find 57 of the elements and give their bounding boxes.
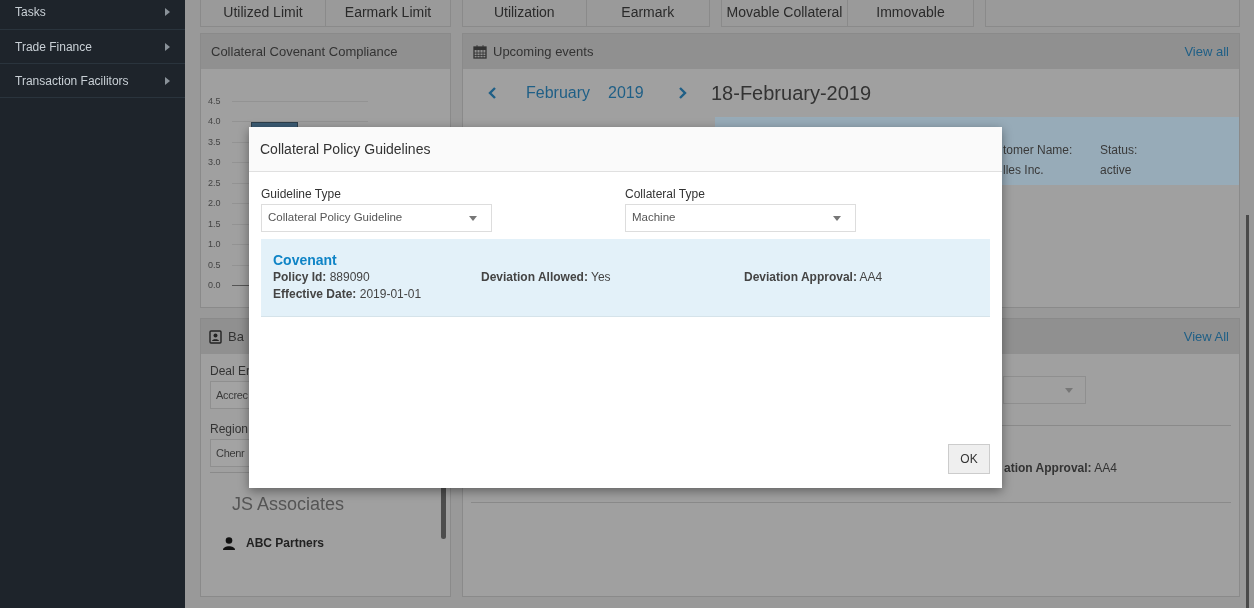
ok-button[interactable]: OK: [948, 444, 990, 474]
axis-label: 4.5: [208, 94, 222, 108]
expand-arrow-icon: [165, 7, 170, 16]
party-name[interactable]: ABC Partners: [246, 534, 325, 552]
select-field[interactable]: Machine: [625, 204, 856, 232]
axis-label: 2.0: [208, 197, 222, 210]
sidebar-item[interactable]: Transaction Facilitors: [0, 64, 185, 98]
axis-label: 1.5: [208, 217, 222, 231]
caret-icon: [469, 215, 477, 221]
group-title: JS Associates: [232, 494, 345, 514]
card-title: Collateral Covenant Compliance: [211, 42, 398, 61]
expand-arrow-icon: [165, 42, 170, 51]
detail-text: Deviation Allowed: Yes: [481, 269, 612, 286]
field-label: Deal Er: [210, 363, 251, 378]
caret-icon: [1065, 387, 1073, 393]
select-field[interactable]: [1003, 376, 1086, 404]
axis-label: 2.5: [208, 176, 222, 190]
result-title: Covenant: [273, 252, 338, 269]
person-icon: [223, 536, 235, 550]
dialog-title: Collateral Policy Guidelines: [260, 139, 431, 159]
summary-tab[interactable]: Utilization: [463, 0, 586, 26]
month-label[interactable]: February: [526, 81, 608, 105]
card-title: Ba: [228, 327, 244, 346]
summary-tab[interactable]: Movable Collateral: [722, 0, 847, 26]
field-label: Collateral Type: [625, 186, 706, 203]
year-label[interactable]: 2019: [608, 81, 679, 105]
selected-date: 18-February-2019: [711, 81, 872, 106]
summary-tab[interactable]: Earmark: [585, 0, 709, 26]
sidebar-item[interactable]: Tasks: [0, 0, 185, 30]
detail-text: Deviation Approval: AA4: [744, 269, 884, 286]
field-label: Region: [210, 421, 250, 436]
select-field[interactable]: Collateral Policy Guideline: [261, 204, 492, 232]
detail-text: Effective Date: 2019-01-01: [273, 286, 423, 303]
summary-tab[interactable]: Utilized Limit: [201, 0, 325, 26]
calendar-icon: [473, 44, 487, 59]
scrollbar-thumb[interactable]: [1246, 215, 1249, 608]
event-field-value: lles Inc.: [1003, 162, 1045, 179]
detail-text: Policy Id: 889090: [273, 269, 371, 286]
caret-icon: [833, 215, 841, 221]
card-title: Upcoming events: [493, 42, 594, 61]
detail-text: ation Approval: AA4: [1004, 460, 1118, 477]
axis-label: 1.0: [208, 238, 222, 251]
field-label: Guideline Type: [261, 186, 342, 203]
event-field-label: tomer Name:: [1003, 142, 1074, 159]
axis-label: 0.5: [208, 258, 222, 272]
contact-card-icon: [209, 329, 222, 344]
result-row[interactable]: Covenant Policy Id: 889090 Deviation Allowed: Yes Deviation Approval: AA4 Effective Date: 2019-01-01: [261, 239, 990, 317]
event-field-value: active: [1100, 162, 1133, 179]
expand-arrow-icon: [165, 76, 170, 85]
summary-tab[interactable]: Immovable: [847, 0, 973, 26]
axis-label: 0.0: [208, 279, 222, 292]
summary-tab[interactable]: Earmark Limit: [325, 0, 450, 26]
axis-label: 4.0: [208, 115, 222, 128]
sidebar-item[interactable]: Trade Finance: [0, 30, 185, 64]
axis-label: 3.5: [208, 135, 222, 149]
event-field-label: Status:: [1100, 142, 1138, 159]
axis-label: 3.0: [208, 156, 222, 169]
